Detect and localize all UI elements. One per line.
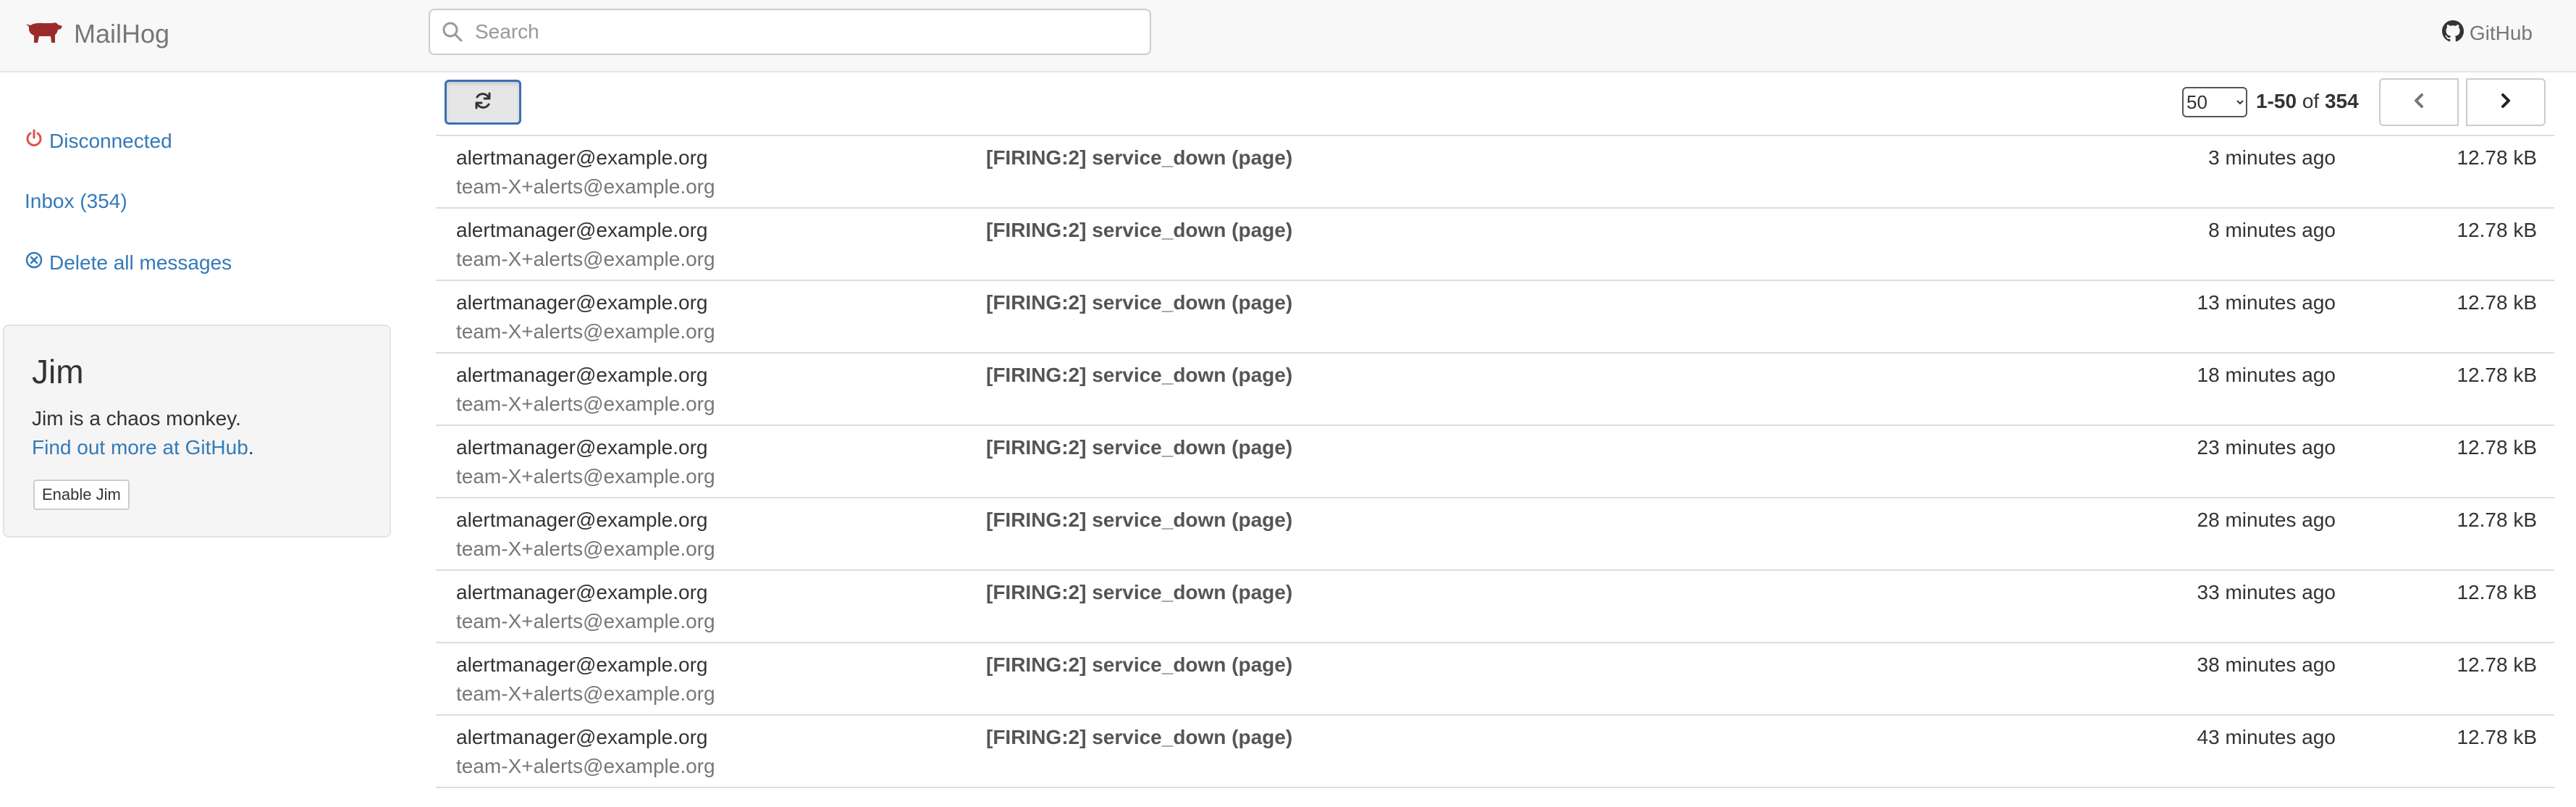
message-size: 12.78 kB [2457, 146, 2537, 169]
enable-jim-button[interactable]: Enable Jim [33, 480, 130, 510]
message-row[interactable]: alertmanager@example.org team-X+alerts@ex… [436, 281, 2554, 354]
search-box[interactable] [429, 9, 1151, 55]
message-to: team-X+alerts@example.org [456, 755, 715, 777]
message-row[interactable]: alertmanager@example.org team-X+alerts@ex… [436, 716, 2554, 788]
message-from: alertmanager@example.org [456, 436, 708, 459]
message-to: team-X+alerts@example.org [456, 175, 715, 198]
jim-description: Jim is a chaos monkey. [32, 407, 241, 430]
message-time: 3 minutes ago [2208, 146, 2336, 169]
circle-x-icon [25, 251, 43, 275]
connection-status-label: Disconnected [49, 129, 172, 152]
message-time: 8 minutes ago [2208, 219, 2336, 241]
message-subject: [FIRING:2] service_down (page) [986, 581, 1293, 603]
message-row[interactable]: alertmanager@example.org team-X+alerts@ex… [436, 426, 2554, 498]
message-time: 43 minutes ago [2197, 726, 2336, 748]
message-from: alertmanager@example.org [456, 509, 708, 531]
message-time: 18 minutes ago [2197, 364, 2336, 386]
message-row[interactable]: alertmanager@example.org team-X+alerts@ex… [436, 571, 2554, 643]
search-input[interactable] [473, 20, 1128, 44]
github-label: GitHub [2469, 22, 2533, 44]
message-subject: [FIRING:2] service_down (page) [986, 726, 1293, 748]
jim-panel: Jim Jim is a chaos monkey. Find out more… [3, 325, 391, 538]
message-to: team-X+alerts@example.org [456, 465, 715, 488]
message-from: alertmanager@example.org [456, 146, 708, 169]
message-list: alertmanager@example.org team-X+alerts@ex… [436, 135, 2554, 788]
message-to: team-X+alerts@example.org [456, 393, 715, 415]
pagination-info: 1-50 of 354 [2256, 90, 2359, 113]
previous-page-button[interactable] [2379, 78, 2459, 126]
message-size: 12.78 kB [2457, 509, 2537, 531]
refresh-icon [473, 91, 493, 114]
search-icon [442, 21, 463, 43]
message-to: team-X+alerts@example.org [456, 538, 715, 560]
message-size: 12.78 kB [2457, 364, 2537, 386]
refresh-button[interactable] [445, 80, 521, 125]
message-row[interactable]: alertmanager@example.org team-X+alerts@ex… [436, 643, 2554, 716]
message-subject: [FIRING:2] service_down (page) [986, 436, 1293, 459]
message-to: team-X+alerts@example.org [456, 610, 715, 632]
message-row[interactable]: alertmanager@example.org team-X+alerts@ex… [436, 209, 2554, 281]
message-size: 12.78 kB [2457, 726, 2537, 748]
brand-link[interactable]: MailHog [25, 17, 169, 51]
message-to: team-X+alerts@example.org [456, 682, 715, 705]
message-row[interactable]: alertmanager@example.org team-X+alerts@ex… [436, 136, 2554, 209]
message-time: 13 minutes ago [2197, 291, 2336, 314]
message-to: team-X+alerts@example.org [456, 320, 715, 343]
message-to: team-X+alerts@example.org [456, 248, 715, 270]
message-time: 38 minutes ago [2197, 653, 2336, 676]
per-page-select[interactable]: 102050100250 [2182, 87, 2247, 117]
message-row[interactable]: alertmanager@example.org team-X+alerts@ex… [436, 498, 2554, 571]
message-size: 12.78 kB [2457, 653, 2537, 676]
power-icon [25, 129, 43, 153]
jim-more-suffix: . [248, 436, 254, 459]
next-page-button[interactable] [2466, 78, 2546, 126]
pig-icon [25, 20, 64, 49]
message-size: 12.78 kB [2457, 291, 2537, 314]
message-from: alertmanager@example.org [456, 653, 708, 676]
message-size: 12.78 kB [2457, 219, 2537, 241]
jim-github-link[interactable]: Find out more at GitHub [32, 436, 248, 459]
jim-more-info: Find out more at GitHub. [32, 436, 254, 459]
message-subject: [FIRING:2] service_down (page) [986, 364, 1293, 386]
message-row[interactable]: alertmanager@example.org team-X+alerts@ex… [436, 354, 2554, 426]
pagination-range: 1-50 [2256, 90, 2297, 112]
inbox-link[interactable]: Inbox (354) [25, 190, 127, 213]
message-time: 23 minutes ago [2197, 436, 2336, 459]
app-name: MailHog [74, 19, 170, 49]
jim-title: Jim [32, 353, 84, 390]
message-from: alertmanager@example.org [456, 219, 708, 241]
connection-status[interactable]: Disconnected [25, 129, 172, 153]
message-time: 33 minutes ago [2197, 581, 2336, 603]
message-time: 28 minutes ago [2197, 509, 2336, 531]
message-from: alertmanager@example.org [456, 364, 708, 386]
github-icon [2441, 20, 2464, 47]
pagination-of: of [2302, 90, 2320, 112]
message-from: alertmanager@example.org [456, 291, 708, 314]
pagination-total: 354 [2324, 90, 2359, 112]
message-subject: [FIRING:2] service_down (page) [986, 146, 1293, 169]
chevron-left-icon [2411, 92, 2427, 113]
chevron-right-icon [2498, 92, 2514, 113]
message-from: alertmanager@example.org [456, 581, 708, 603]
message-subject: [FIRING:2] service_down (page) [986, 219, 1293, 241]
message-subject: [FIRING:2] service_down (page) [986, 509, 1293, 531]
message-subject: [FIRING:2] service_down (page) [986, 653, 1293, 676]
message-subject: [FIRING:2] service_down (page) [986, 291, 1293, 314]
delete-all-label: Delete all messages [49, 251, 232, 274]
message-size: 12.78 kB [2457, 436, 2537, 459]
top-navbar: MailHog GitHub [0, 0, 2576, 72]
message-size: 12.78 kB [2457, 581, 2537, 603]
delete-all-link[interactable]: Delete all messages [25, 251, 232, 275]
message-from: alertmanager@example.org [456, 726, 708, 748]
inbox-label: Inbox (354) [25, 190, 127, 212]
github-link[interactable]: GitHub [2441, 19, 2533, 48]
